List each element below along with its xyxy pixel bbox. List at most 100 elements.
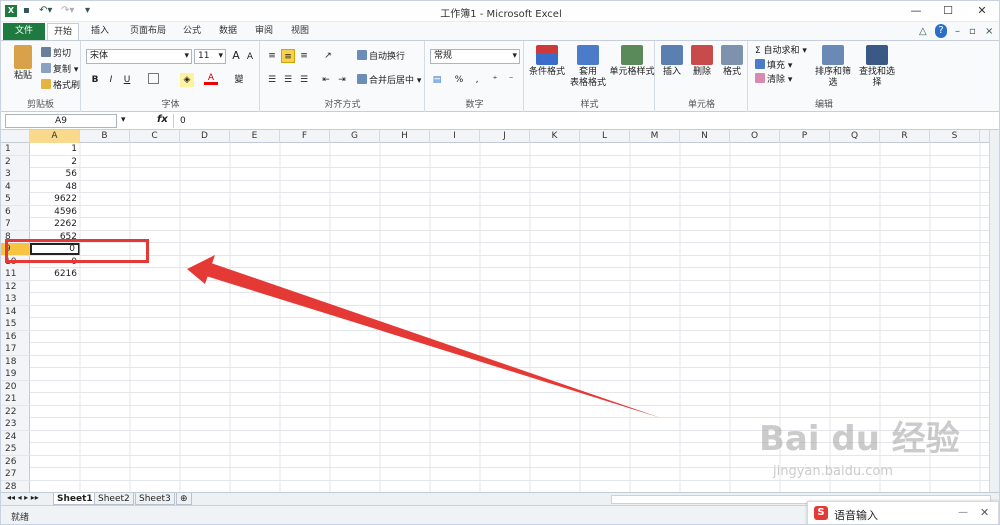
sheet-tab-sheet1[interactable]: Sheet1	[53, 493, 97, 505]
cell-a[interactable]	[30, 406, 80, 418]
column-header[interactable]: A	[30, 130, 80, 143]
row-header[interactable]: 6	[1, 205, 30, 218]
row-header[interactable]: 2	[1, 155, 30, 168]
autosum-button[interactable]: Σ 自动求和 ▾	[755, 45, 807, 57]
sheet-tab-sheet2[interactable]: Sheet2	[94, 493, 134, 505]
paste-button[interactable]: 粘贴	[9, 45, 37, 82]
font-name-select[interactable]: 宋体 ▾	[86, 49, 192, 64]
cell-a[interactable]	[30, 393, 80, 405]
row-header[interactable]: 5	[1, 193, 30, 205]
format-as-table-button[interactable]: 套用 表格格式	[569, 45, 607, 89]
column-header[interactable]: N	[680, 130, 730, 143]
close-button[interactable]: ✕	[967, 1, 997, 21]
row-header[interactable]: 7	[1, 218, 30, 230]
conditional-format-button[interactable]: 条件格式	[527, 45, 567, 78]
tab-view[interactable]: 视图	[285, 23, 315, 40]
new-sheet-icon[interactable]: ⊕	[176, 493, 192, 505]
cell-a[interactable]	[30, 281, 80, 293]
doc-minimize-icon[interactable]: –	[955, 25, 960, 39]
tab-formulas[interactable]: 公式	[177, 23, 207, 40]
cell-a[interactable]	[30, 481, 80, 493]
column-header[interactable]: B	[80, 130, 130, 143]
merge-center-button[interactable]: 合并后居中 ▾	[357, 74, 421, 87]
font-size-select[interactable]: 11 ▾	[194, 49, 226, 64]
column-header[interactable]: P	[780, 130, 830, 143]
row-header[interactable]: 12	[1, 280, 30, 293]
row-header[interactable]: 1	[1, 143, 30, 155]
delete-cells-button[interactable]: 删除	[688, 45, 716, 78]
border-icon[interactable]	[148, 73, 159, 84]
cell-a[interactable]	[30, 381, 80, 393]
bold-button[interactable]: B	[88, 73, 102, 87]
align-left-icon[interactable]: ☰	[265, 73, 279, 87]
increase-indent-icon[interactable]: ⇥	[335, 73, 349, 87]
column-header[interactable]: F	[280, 130, 330, 143]
help-icon[interactable]: ?	[935, 24, 947, 38]
row-header[interactable]: 14	[1, 305, 30, 318]
name-box-dropdown-icon[interactable]: ▾	[121, 115, 126, 125]
insert-cells-button[interactable]: 插入	[658, 45, 686, 78]
clear-button[interactable]: 清除 ▾	[755, 73, 792, 86]
voice-input-label[interactable]: 语音输入	[834, 507, 878, 523]
row-header[interactable]: 25	[1, 443, 30, 455]
row-header[interactable]: 3	[1, 168, 30, 180]
cell-a[interactable]: 2	[30, 156, 80, 168]
row-header[interactable]: 4	[1, 180, 30, 193]
format-cells-button[interactable]: 格式	[718, 45, 746, 78]
copy-button[interactable]: 复制 ▾	[41, 63, 78, 76]
currency-icon[interactable]: ▤	[430, 73, 444, 87]
row-header[interactable]: 28	[1, 480, 30, 492]
row-header[interactable]: 11	[1, 268, 30, 280]
sheet-tab-sheet3[interactable]: Sheet3	[135, 493, 175, 505]
cell-a[interactable]: 1	[30, 143, 80, 155]
tab-insert[interactable]: 插入	[85, 23, 115, 40]
sheet-nav-icon[interactable]: ◂◂ ◂ ▸ ▸▸	[7, 493, 39, 502]
row-header[interactable]: 15	[1, 318, 30, 330]
align-right-icon[interactable]: ☰	[297, 73, 311, 87]
font-color-icon[interactable]: A	[204, 71, 218, 85]
column-header[interactable]: I	[430, 130, 480, 143]
row-header[interactable]: 23	[1, 418, 30, 430]
cell-a[interactable]	[30, 443, 80, 455]
doc-close-icon[interactable]: ×	[985, 25, 993, 39]
row-header[interactable]: 18	[1, 355, 30, 368]
percent-button[interactable]: %	[452, 73, 466, 87]
phonetic-button[interactable]: 變	[232, 73, 246, 87]
cut-button[interactable]: 剪切	[41, 47, 71, 60]
cell-a[interactable]: 2262	[30, 218, 80, 230]
cell-a[interactable]	[30, 293, 80, 305]
column-header[interactable]: E	[230, 130, 280, 143]
comma-button[interactable]: ,	[470, 73, 484, 87]
row-header[interactable]: 17	[1, 343, 30, 355]
column-header[interactable]: G	[330, 130, 380, 143]
row-header[interactable]: 27	[1, 468, 30, 480]
find-select-button[interactable]: 查找和选择	[855, 45, 899, 89]
column-header[interactable]: Q	[830, 130, 880, 143]
cell-a[interactable]	[30, 306, 80, 318]
column-header[interactable]: K	[530, 130, 580, 143]
column-header[interactable]: J	[480, 130, 530, 143]
cell-a[interactable]	[30, 318, 80, 330]
underline-button[interactable]: U	[120, 73, 134, 87]
shrink-font-button[interactable]: A	[243, 50, 257, 64]
doc-restore-icon[interactable]: ▫	[969, 25, 976, 39]
cell-a[interactable]	[30, 331, 80, 343]
row-header[interactable]: 13	[1, 293, 30, 305]
cell-a[interactable]	[30, 431, 80, 443]
align-middle-icon[interactable]: ≡	[281, 49, 295, 63]
orientation-icon[interactable]: ↗	[321, 49, 335, 63]
grow-font-button[interactable]: A	[229, 49, 243, 63]
cell-a[interactable]	[30, 418, 80, 430]
cell-a[interactable]	[30, 343, 80, 355]
row-header[interactable]: 20	[1, 380, 30, 393]
row-header[interactable]: 24	[1, 430, 30, 443]
minimize-button[interactable]: —	[901, 1, 931, 21]
sort-filter-button[interactable]: 排序和筛选	[811, 45, 855, 89]
cell-a[interactable]: 4596	[30, 206, 80, 218]
fill-button[interactable]: 填充 ▾	[755, 59, 792, 72]
tab-page-layout[interactable]: 页面布局	[123, 23, 173, 40]
wrap-text-button[interactable]: 自动换行	[357, 50, 405, 63]
fill-color-icon[interactable]: ◈	[180, 73, 194, 87]
cell-a[interactable]	[30, 368, 80, 380]
formula-input[interactable]: 0	[173, 114, 993, 128]
